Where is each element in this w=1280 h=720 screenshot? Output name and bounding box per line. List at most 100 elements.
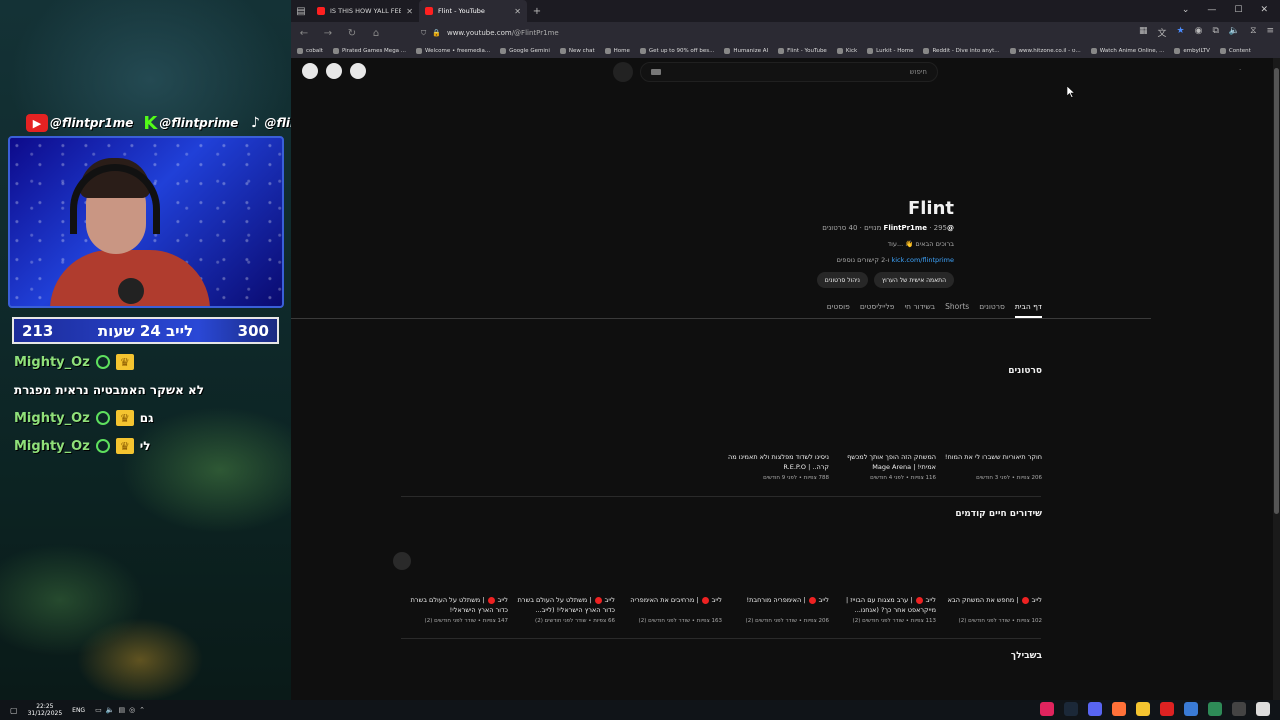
bookmark[interactable]: Welcome • freemedia... (416, 48, 490, 54)
channel-links[interactable]: kick.com/flintprime ו-2 קישורים נוספים (837, 256, 954, 264)
account-icon[interactable]: ◉ (1195, 26, 1203, 39)
tab-list-icon[interactable]: ▤ (291, 6, 311, 17)
video-card[interactable]: חוקר תיאוריות ששברו לי את המוח! 206 צפיו… (940, 452, 1042, 481)
browser-tab[interactable]: IS THIS HOW YALL FEEL? - YouT ✕ (311, 0, 419, 22)
live-video-card[interactable]: לייב | מחפש את המשחק הבא 102 צפיות • שוד… (940, 595, 1042, 624)
create-button[interactable] (326, 63, 342, 79)
bookmarks-bar: cobalt Pirated Games Mega ... Welcome • … (291, 44, 1280, 58)
network-icon[interactable]: ▤ (118, 706, 125, 714)
discord-tray-icon[interactable]: ◎ (129, 706, 135, 714)
forward-icon[interactable]: → (321, 28, 335, 39)
tabs-divider (291, 318, 1151, 319)
search-input[interactable]: חיפוש (640, 62, 938, 82)
reload-icon[interactable]: ↻ (345, 28, 359, 39)
app-icon[interactable] (1208, 702, 1222, 716)
bookmark-star-icon[interactable]: ★ (1177, 26, 1185, 39)
app-icon[interactable] (1040, 702, 1054, 716)
menu-icon[interactable]: ≡ (1266, 26, 1274, 39)
shield-icon: ⛉ (421, 28, 427, 37)
chevron-up-icon[interactable]: ⌃ (139, 706, 145, 714)
tab-live[interactable]: בשידור חי (904, 302, 935, 318)
maximize-icon[interactable]: ☐ (1234, 5, 1242, 15)
app-icon[interactable] (1184, 702, 1198, 716)
discord-icon[interactable] (1088, 702, 1102, 716)
live-video-card[interactable]: לייב | ערב מצגות עם הבוייז | מייקראפט אח… (834, 595, 936, 624)
extensions-icon[interactable]: ⧉ (1212, 26, 1218, 39)
customize-channel-button[interactable]: התאמה אישית של הערוץ (873, 272, 954, 288)
volume-icon[interactable]: 🔈 (106, 706, 115, 714)
bookmark[interactable]: Watch Anime Online, ... (1090, 48, 1164, 54)
counter-left-value: 213 (22, 321, 54, 340)
channel-link: kick.com/flintprime (891, 256, 954, 264)
manage-videos-button[interactable]: ניהול סרטונים (816, 272, 868, 288)
tab-home[interactable]: דף הבית (1014, 302, 1042, 318)
tab-playlists[interactable]: פלייליסטים (860, 302, 895, 318)
bookmark[interactable]: New chat (559, 48, 595, 54)
counter-label: לייב 24 שעות (97, 321, 194, 340)
browser-tab-active[interactable]: Flint - YouTube ✕ (419, 0, 527, 22)
chevron-down-icon[interactable]: ⌄ (1182, 5, 1190, 15)
translate-icon[interactable]: 文 (1158, 26, 1167, 39)
bookmark[interactable]: embyILTV (1174, 48, 1210, 54)
bookmark[interactable]: cobalt (297, 48, 323, 54)
app-icon[interactable] (1160, 702, 1174, 716)
scrollbar-thumb[interactable] (1274, 68, 1279, 514)
clock[interactable]: 22:25 31/12/2025 (28, 703, 63, 717)
live-dot-icon (701, 596, 709, 604)
video-card[interactable]: ניסינו לשדוד מפלצות ולא תאמינו מה קרה.. … (727, 452, 829, 481)
minimize-icon[interactable]: — (1207, 5, 1216, 15)
bookmark[interactable]: Content (1219, 48, 1251, 54)
bookmark[interactable]: Home (604, 48, 630, 54)
tab-shorts[interactable]: Shorts (945, 302, 969, 318)
bookmark[interactable]: Google Gemini (500, 48, 550, 54)
scroll-left-button[interactable] (393, 552, 411, 570)
bookmark[interactable]: Flint - YouTube (778, 48, 827, 54)
account-avatar[interactable] (350, 63, 366, 79)
bookmark[interactable]: Kick (836, 48, 857, 54)
keyboard-icon[interactable] (651, 69, 661, 75)
notifications-button[interactable] (302, 63, 318, 79)
home-icon[interactable]: ⌂ (369, 28, 383, 39)
bookmark[interactable]: Reddit - Dive into anyt... (923, 48, 1000, 54)
channel-description[interactable]: ברוכים הבאים 👋 ...עוד (888, 240, 954, 248)
notification-icon[interactable]: ▢ (10, 706, 18, 715)
section-title-live: שידורים חיים קודמים (955, 509, 1042, 519)
app-icon[interactable] (1232, 702, 1246, 716)
bookmark[interactable]: Lurkit - Home (867, 48, 913, 54)
bookmark[interactable]: Pirated Games Mega ... (332, 48, 406, 54)
url-bar[interactable]: ⛉ 🔒 www.youtube.com/@FlintPr1me (421, 25, 1041, 41)
microphone (118, 278, 144, 304)
steam-icon[interactable] (1064, 702, 1078, 716)
live-video-card[interactable]: לייב | משתלט על העולם בשרת כדור הארץ היש… (513, 595, 615, 624)
firefox-icon[interactable] (1112, 702, 1126, 716)
bookmark[interactable]: Humanize AI (724, 48, 768, 54)
menu-icon[interactable]: · (1239, 66, 1241, 74)
close-tab-icon[interactable]: ✕ (406, 7, 413, 16)
voice-search-button[interactable] (613, 62, 633, 82)
new-tab-icon[interactable]: + (527, 6, 547, 17)
file-explorer-icon[interactable] (1136, 702, 1150, 716)
chat-text: לא אשקר האמבטיה נראית מפגרת (14, 383, 205, 397)
tab-posts[interactable]: פוסטים (827, 302, 850, 318)
tab-videos[interactable]: סרטונים (979, 302, 1005, 318)
live-video-card[interactable]: לייב | מרחיבים את האימפריה 163 צפיות • ש… (620, 595, 722, 624)
reader-icon[interactable]: ▦ (1139, 26, 1148, 39)
live-video-card[interactable]: לייב | האימפריה מורחבת! 206 צפיות • שודר… (727, 595, 829, 624)
chat-message: Mighty_Oz ♛ גם (14, 406, 284, 430)
page-scrollbar[interactable] (1273, 58, 1280, 700)
extension-icon[interactable]: ⧖ (1250, 26, 1256, 39)
chat-text: לי (139, 439, 151, 453)
close-window-icon[interactable]: ✕ (1260, 5, 1268, 15)
video-card[interactable]: המשחק הזה הופך אותך למכשף אמיתי! | Mage … (834, 452, 936, 481)
toolbar-icons: ▦ 文 ★ ◉ ⧉ 🔈 ⧖ ≡ (1139, 26, 1274, 39)
live-video-card[interactable]: לייב | משתלט על העולם בשרת כדור הארץ היש… (406, 595, 508, 624)
windows-start-icon[interactable] (1256, 702, 1270, 716)
bookmark[interactable]: Get up to 90% off bes... (639, 48, 714, 54)
bookmark[interactable]: www.hitzone.co.il - ט... (1009, 48, 1081, 54)
speaker-icon[interactable]: 🔈 (1229, 26, 1240, 39)
battery-icon[interactable]: ▭ (95, 706, 102, 714)
language-indicator[interactable]: ENG (72, 707, 85, 714)
close-tab-icon[interactable]: ✕ (514, 7, 521, 16)
back-icon[interactable]: ← (297, 28, 311, 39)
channel-name: Flint (907, 198, 954, 219)
